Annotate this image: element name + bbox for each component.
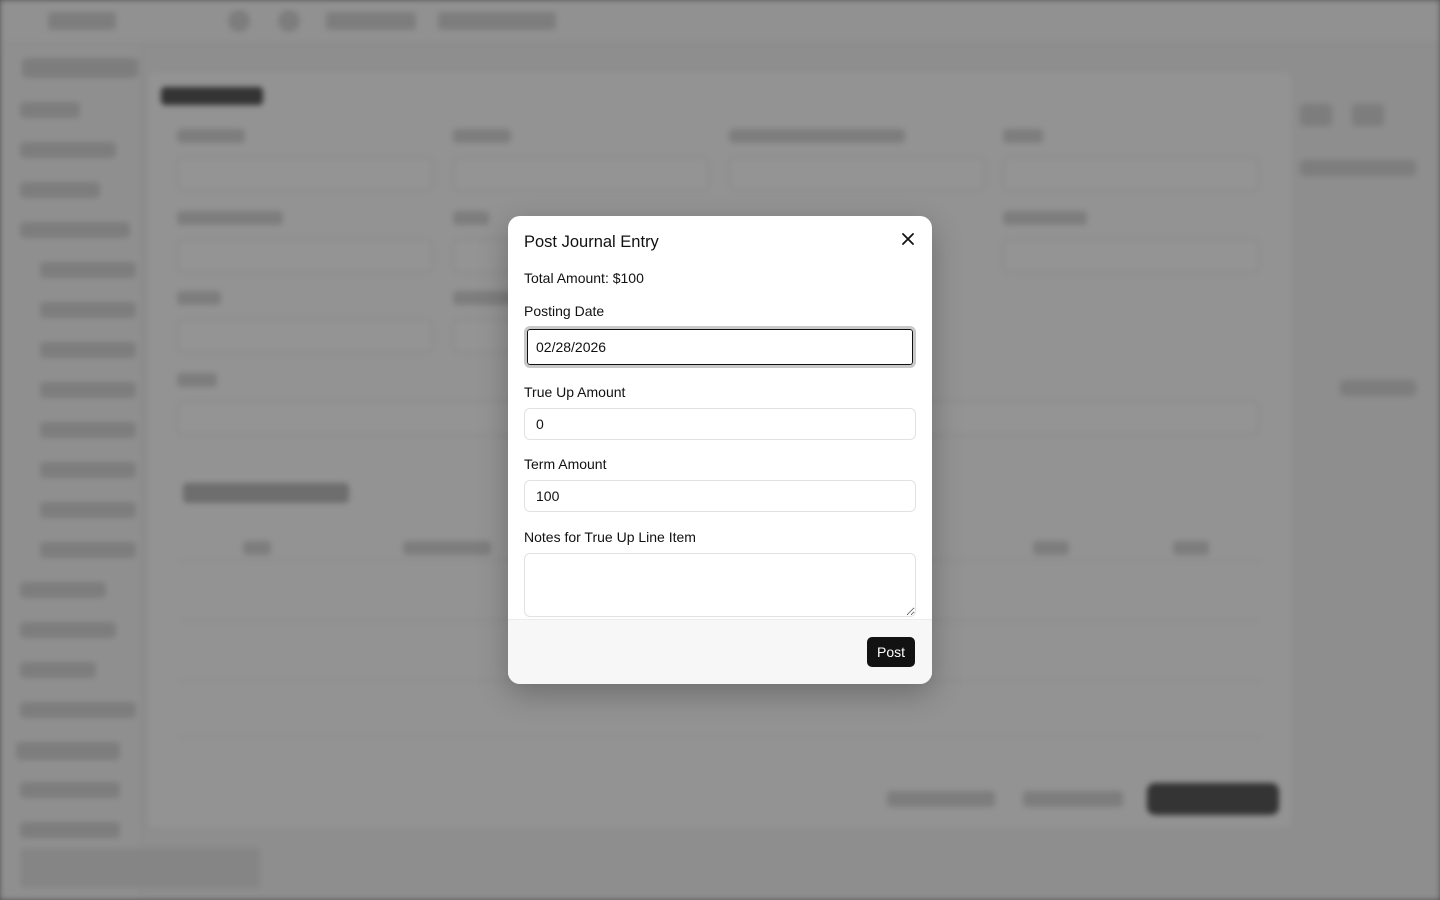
posting-date-wrapper <box>524 326 916 368</box>
term-amount-label: Term Amount <box>524 456 607 472</box>
dialog-title: Post Journal Entry <box>524 233 659 251</box>
post-button[interactable]: Post <box>866 637 915 667</box>
total-amount: Total Amount: $100 <box>524 270 644 286</box>
notes-label: Notes for True Up Line Item <box>524 529 696 545</box>
close-icon <box>902 233 914 245</box>
term-amount-input[interactable] <box>524 480 916 512</box>
posting-date-input[interactable] <box>524 326 916 368</box>
true-up-amount-label: True Up Amount <box>524 384 626 400</box>
dialog-body: Post Journal Entry Total Amount: $100 Po… <box>508 216 932 617</box>
post-journal-entry-dialog: Post Journal Entry Total Amount: $100 Po… <box>508 216 932 684</box>
true-up-amount-input[interactable] <box>524 408 916 440</box>
posting-date-label: Posting Date <box>524 303 605 319</box>
notes-textarea[interactable] <box>524 553 916 617</box>
close-button[interactable] <box>898 229 918 249</box>
dialog-footer: Post <box>508 619 932 684</box>
